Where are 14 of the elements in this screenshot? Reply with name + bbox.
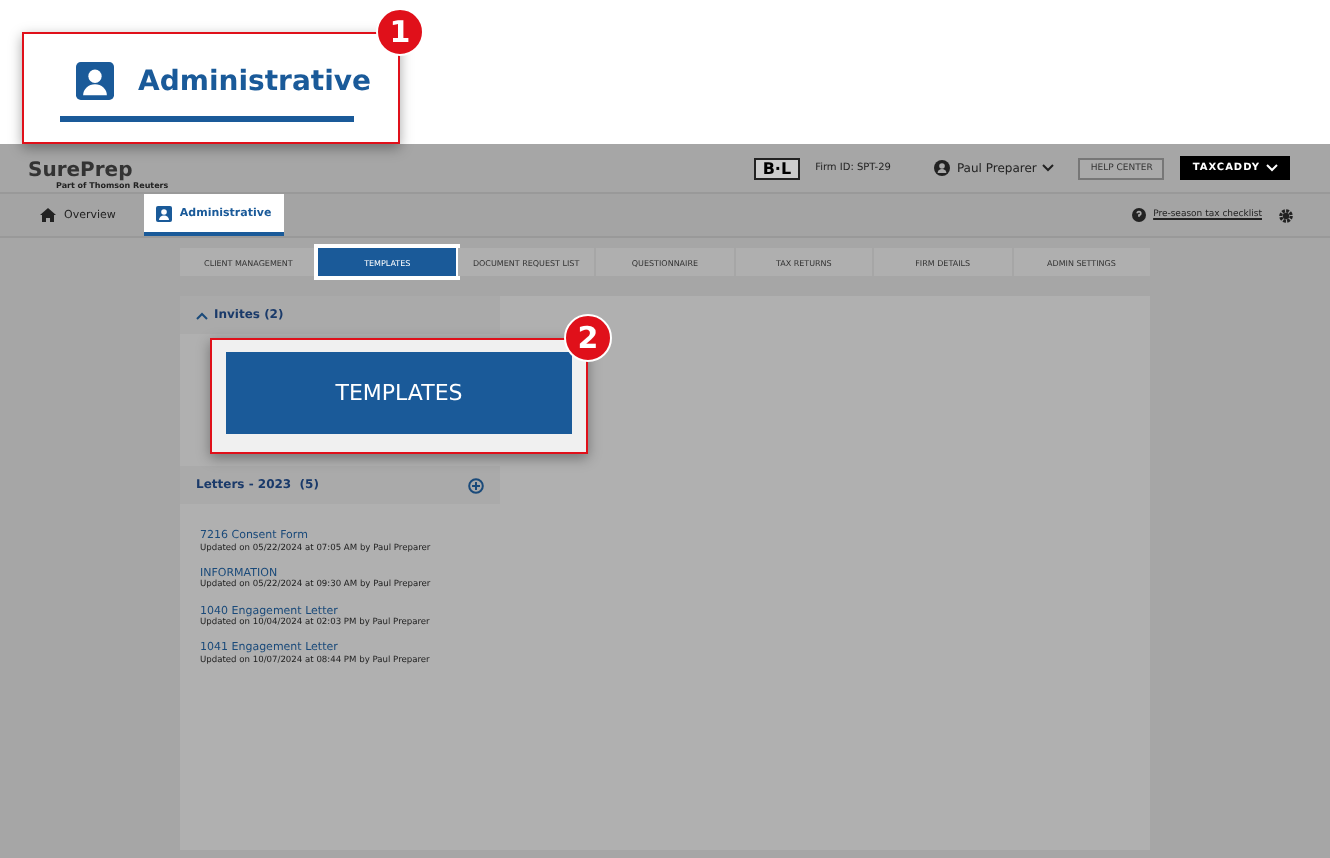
add-icon[interactable] <box>468 477 484 493</box>
help-icon[interactable] <box>1131 208 1146 222</box>
caret-icon <box>1042 164 1055 172</box>
chevron-icon <box>196 311 208 319</box>
callout-label: Administrative <box>138 65 371 97</box>
user-icon <box>76 62 114 100</box>
user-icon <box>934 160 951 176</box>
caret-icon <box>1266 164 1278 172</box>
step-badge: 1 <box>376 8 424 56</box>
user-icon <box>155 205 172 221</box>
firm-badge: B·L <box>754 157 800 179</box>
settings-icon[interactable] <box>1278 207 1294 223</box>
logo-text: SurePrep <box>28 162 135 182</box>
home-icon <box>40 208 56 222</box>
